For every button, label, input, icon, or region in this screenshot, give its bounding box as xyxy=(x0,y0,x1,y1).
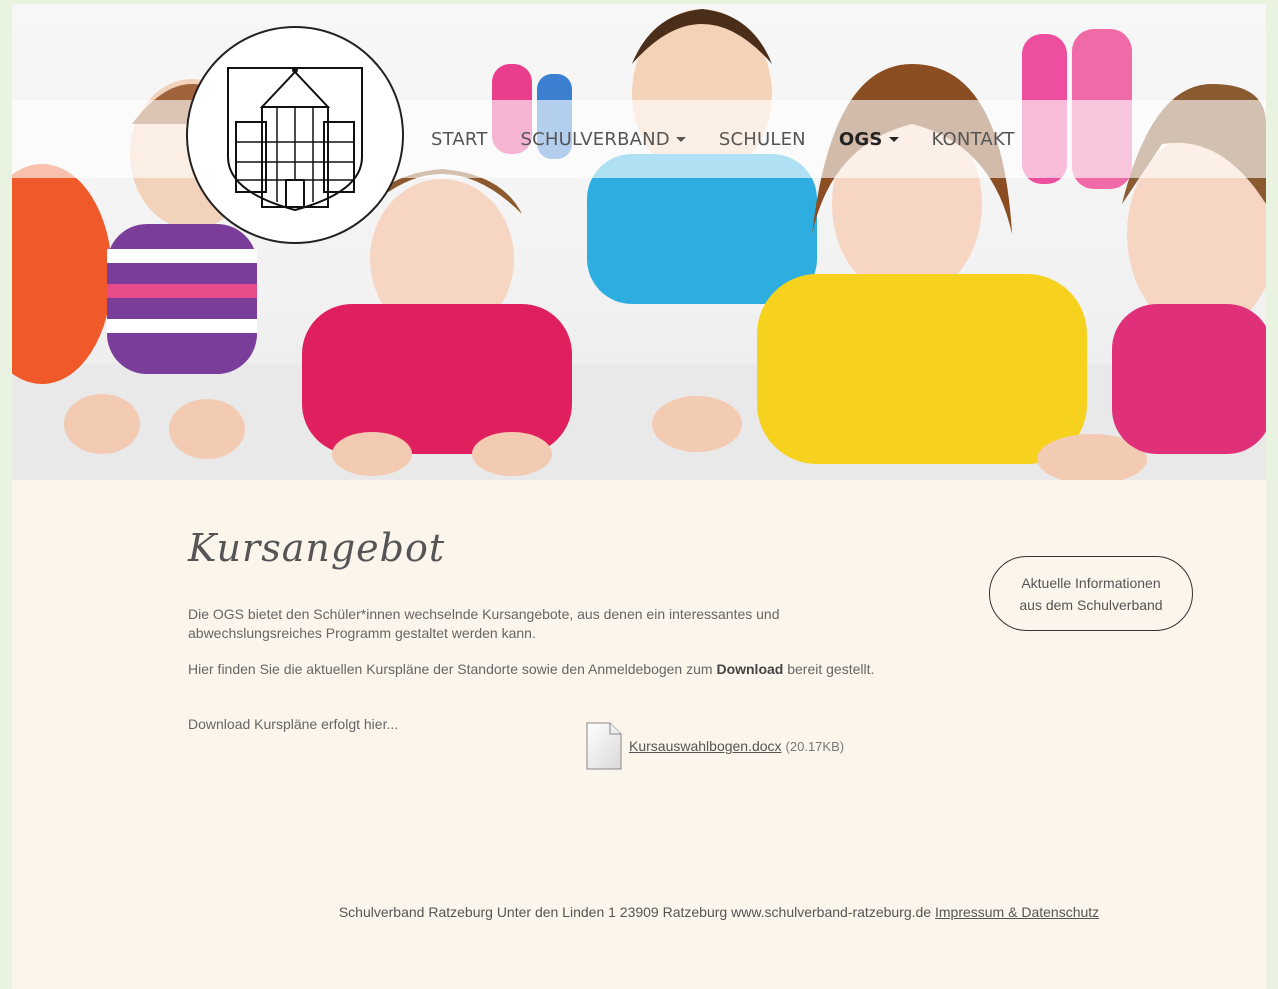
hero-banner: START SCHULVERBAND SCHULEN OGS KONTAKT xyxy=(12,4,1266,480)
site-logo[interactable] xyxy=(186,26,404,244)
chevron-down-icon xyxy=(888,136,899,142)
nav-label-schulverband: SCHULVERBAND xyxy=(520,128,670,150)
file-download-link[interactable]: Kursauswahlbogen.docx xyxy=(629,738,782,754)
file-download: Kursauswahlbogen.docx (20.17KB) xyxy=(586,722,844,770)
download-info-text: Hier finden Sie die aktuellen Kurspläne … xyxy=(188,660,948,679)
footer: Schulverband Ratzeburg Unter den Linden … xyxy=(12,904,1266,920)
hero-photo xyxy=(12,9,1266,480)
nav-label-kontakt: KONTAKT xyxy=(931,128,1015,150)
download-hint: Download Kurspläne erfolgt hier... xyxy=(188,716,399,732)
nav-item-schulverband[interactable]: SCHULVERBAND xyxy=(504,129,702,150)
page: START SCHULVERBAND SCHULEN OGS KONTAKT K… xyxy=(12,4,1266,989)
nav-label-start: START xyxy=(431,128,488,150)
file-size: (20.17KB) xyxy=(785,738,845,754)
nav-label-ogs: OGS xyxy=(838,128,883,150)
info-button-line1: Aktuelle Informationen xyxy=(1021,574,1161,591)
footer-address: Schulverband Ratzeburg Unter den Linden … xyxy=(338,904,935,920)
footer-imprint-link[interactable]: Impressum & Datenschutz xyxy=(935,904,1099,920)
main-navigation: START SCHULVERBAND SCHULEN OGS KONTAKT xyxy=(431,100,1031,178)
nav-label-schulen: SCHULEN xyxy=(718,128,806,150)
intro-text: Die OGS bietet den Schüler*innen wechsel… xyxy=(188,606,780,641)
page-title: Kursangebot xyxy=(188,526,446,570)
castle-coat-of-arms-icon xyxy=(227,67,363,212)
nav-item-kontakt[interactable]: KONTAKT xyxy=(915,129,1031,150)
download-info-after: bereit gestellt. xyxy=(783,661,875,677)
nav-item-start[interactable]: START xyxy=(431,129,504,150)
nav-item-ogs[interactable]: OGS xyxy=(822,129,915,150)
download-info-before: Hier finden Sie die aktuellen Kurspläne … xyxy=(188,661,717,677)
info-button-line2: aus dem Schulverband xyxy=(1019,596,1163,613)
document-file-icon[interactable] xyxy=(586,722,622,770)
chevron-down-icon xyxy=(675,136,686,142)
current-info-button[interactable]: Aktuelle Informationen aus dem Schulverba… xyxy=(989,556,1193,631)
nav-item-schulen[interactable]: SCHULEN xyxy=(702,129,822,150)
download-bold-word: Download xyxy=(716,661,784,677)
